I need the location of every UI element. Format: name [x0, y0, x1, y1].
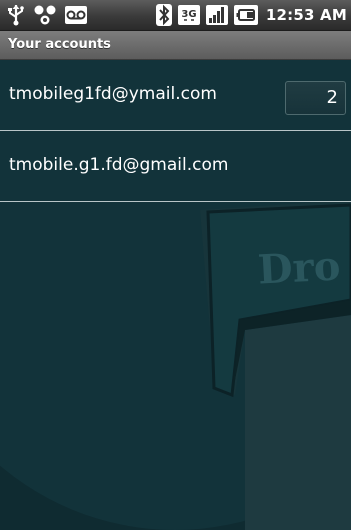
- voicemail-icon: [64, 4, 88, 26]
- signal-icon: [205, 4, 228, 26]
- battery-icon: [233, 4, 258, 26]
- page-title: Your accounts: [8, 37, 111, 52]
- wallpaper-watermark: Dro: [257, 242, 342, 293]
- 3g-icon: 3G: [177, 4, 200, 26]
- account-email: tmobileg1fd@ymail.com: [9, 84, 217, 104]
- accounts-list: tmobileg1fd@ymail.com 2 tmobile.g1.fd@gm…: [0, 60, 351, 202]
- system-status-icons: 3G 12:53 AM: [155, 3, 347, 27]
- svg-text:3G: 3G: [181, 9, 196, 20]
- clock: 12:53 AM: [265, 6, 347, 24]
- unread-count-badge: 2: [285, 81, 346, 115]
- account-email: tmobile.g1.fd@gmail.com: [9, 155, 229, 175]
- notification-icons[interactable]: [6, 3, 88, 27]
- unread-count: 2: [326, 87, 338, 108]
- status-bar: 3G 12:53 AM: [0, 0, 351, 31]
- bluetooth-icon: [155, 4, 172, 26]
- account-row[interactable]: tmobileg1fd@ymail.com 2: [0, 60, 351, 131]
- sync-icon: [32, 4, 58, 26]
- usb-icon: [6, 4, 26, 26]
- account-row[interactable]: tmobile.g1.fd@gmail.com: [0, 131, 351, 202]
- title-bar: Your accounts: [0, 31, 351, 60]
